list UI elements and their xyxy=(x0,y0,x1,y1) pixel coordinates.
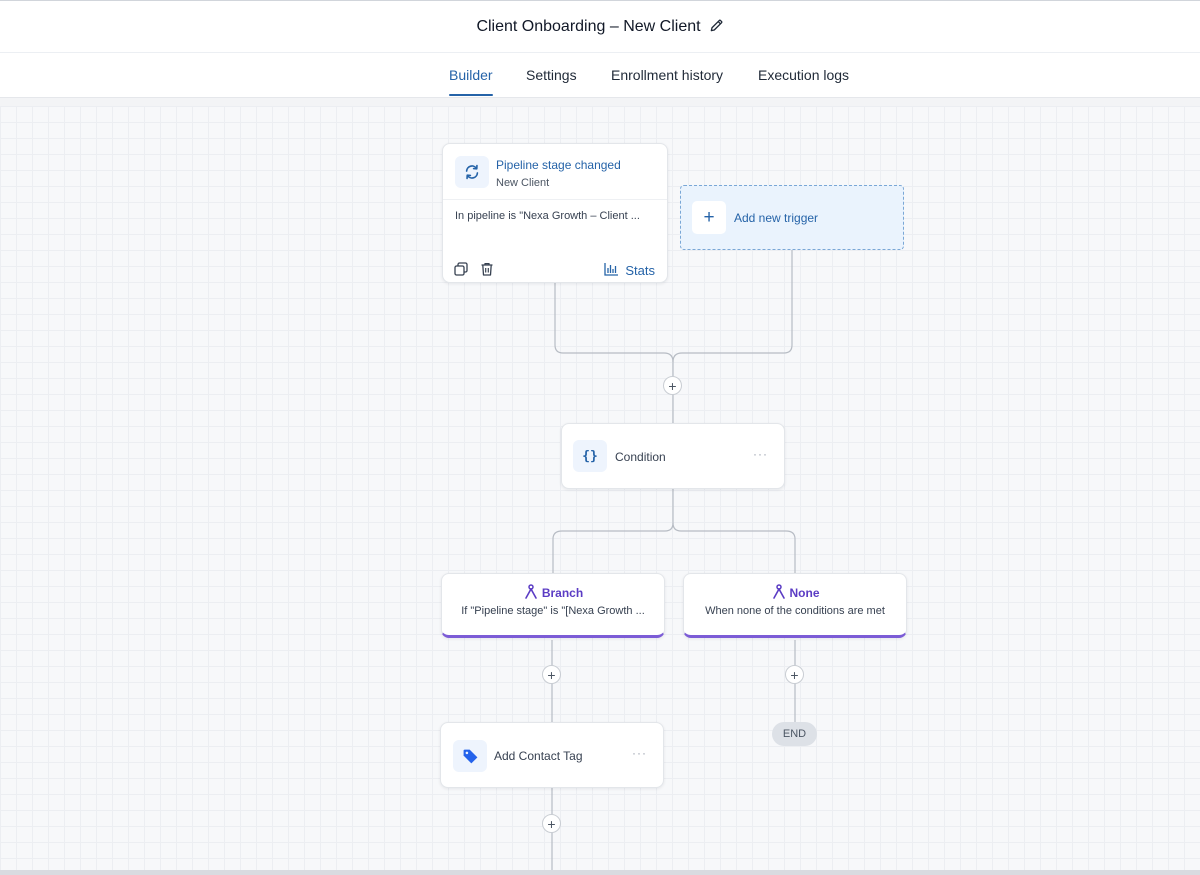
condition-card[interactable]: {} Condition ··· xyxy=(561,423,785,489)
tag-icon xyxy=(453,740,487,772)
bottom-scroll-strip xyxy=(0,870,1200,875)
trigger-card[interactable]: Pipeline stage changed New Client In pip… xyxy=(442,143,668,283)
none-title-wrap: None xyxy=(684,584,906,600)
trigger-filter: In pipeline is "Nexa Growth – Client ... xyxy=(455,210,640,222)
branch-title: Branch xyxy=(541,586,584,600)
branch-icon xyxy=(525,584,537,599)
stats-label: Stats xyxy=(625,263,655,278)
copy-icon[interactable] xyxy=(453,261,469,277)
add-trigger-label: Add new trigger xyxy=(734,211,819,225)
title-bar: Client Onboarding – New Client xyxy=(0,0,1200,53)
tab-bar: Builder Settings Enrollment history Exec… xyxy=(0,53,1200,98)
divider xyxy=(443,199,667,200)
branch-title-wrap: Branch xyxy=(442,584,664,600)
workflow-title-wrap: Client Onboarding – New Client xyxy=(0,18,1200,38)
trigger-subtitle: New Client xyxy=(496,177,550,189)
branch-description: If "Pipeline stage" is "[Nexa Growth ... xyxy=(461,605,645,617)
trigger-actions xyxy=(453,261,495,282)
action-label: Add Contact Tag xyxy=(494,749,583,763)
workflow-canvas[interactable]: Pipeline stage changed New Client In pip… xyxy=(0,98,1200,870)
add-new-trigger-button[interactable]: + Add new trigger xyxy=(680,185,904,250)
tab-builder[interactable]: Builder xyxy=(449,67,493,96)
connector-branch-right xyxy=(672,522,796,573)
none-description: When none of the conditions are met xyxy=(705,605,885,617)
tab-execution-logs[interactable]: Execution logs xyxy=(758,67,849,83)
plus-icon: + xyxy=(692,201,726,234)
none-branch-card[interactable]: None When none of the conditions are met xyxy=(683,573,907,638)
action-more-menu[interactable]: ··· xyxy=(632,746,647,760)
tab-settings[interactable]: Settings xyxy=(526,67,577,83)
add-step-button-none[interactable]: + xyxy=(785,665,804,684)
end-node: END xyxy=(772,722,817,746)
connector-add-trigger xyxy=(672,250,793,363)
tab-enrollment-history[interactable]: Enrollment history xyxy=(611,67,723,83)
condition-more-menu[interactable]: ··· xyxy=(753,447,768,461)
braces-icon: {} xyxy=(573,440,607,472)
refresh-icon xyxy=(455,156,489,188)
add-contact-tag-card[interactable]: Add Contact Tag ··· xyxy=(440,722,664,788)
add-step-button-branch[interactable]: + xyxy=(542,665,561,684)
workflow-title: Client Onboarding – New Client xyxy=(476,18,701,35)
trash-icon[interactable] xyxy=(479,261,495,277)
condition-label: Condition xyxy=(615,450,666,464)
branch-icon xyxy=(772,584,785,599)
add-step-button[interactable]: + xyxy=(663,376,682,395)
none-title: None xyxy=(789,586,820,600)
add-step-button-after-action[interactable]: + xyxy=(542,814,561,833)
connector-trigger xyxy=(554,283,674,363)
connector-branch-left xyxy=(552,522,674,573)
pencil-icon[interactable] xyxy=(709,18,724,38)
branch-card[interactable]: Branch If "Pipeline stage" is "[Nexa Gro… xyxy=(441,573,665,638)
stats-button[interactable]: Stats xyxy=(604,262,655,279)
bar-chart-icon xyxy=(604,262,619,279)
trigger-title: Pipeline stage changed xyxy=(496,158,621,172)
